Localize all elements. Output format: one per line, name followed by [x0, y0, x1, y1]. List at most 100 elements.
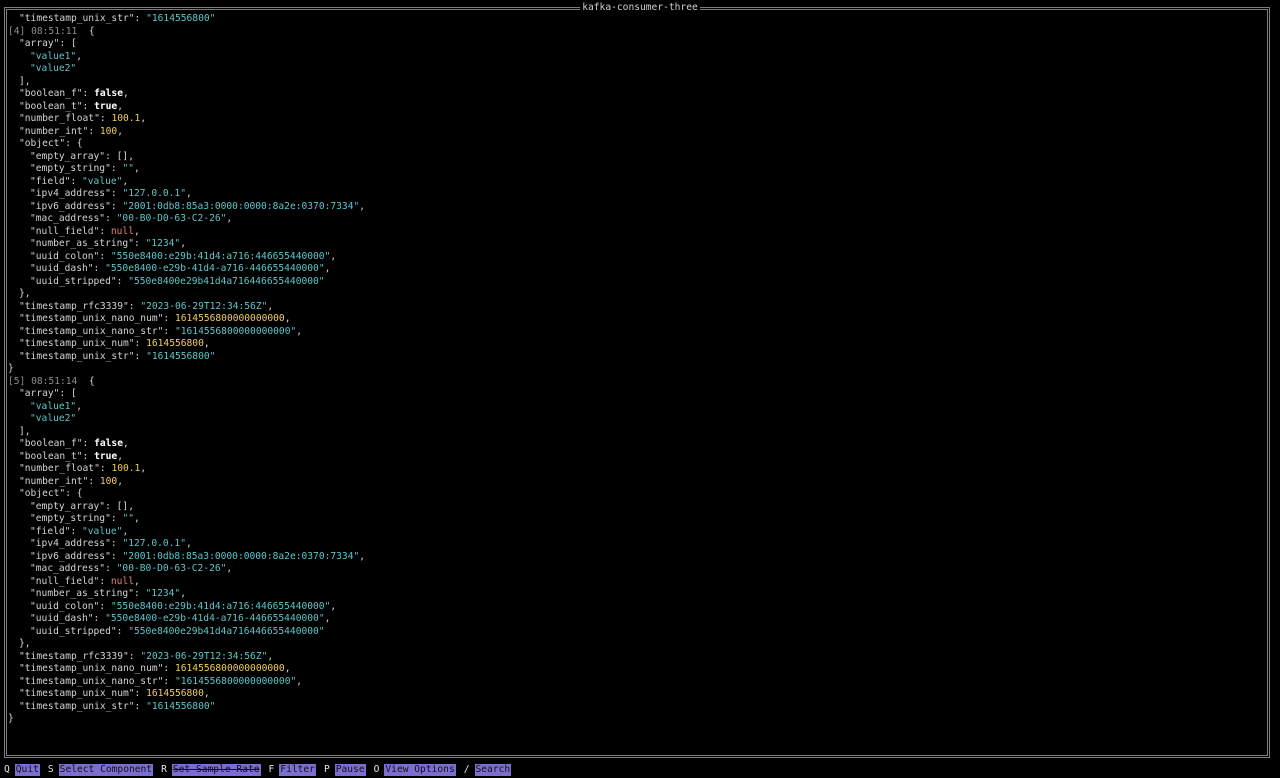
log-line: "timestamp_unix_str": "1614556800": [8, 701, 1258, 714]
shortcut-select-component[interactable]: S Select Component: [47, 764, 154, 776]
json-value: "550e8400e29b41d4a716446655440000": [128, 625, 325, 637]
log-line: "uuid_stripped": "550e8400e29b41d4a71644…: [8, 276, 1258, 289]
log-line: "timestamp_unix_nano_num": 1614556800000…: [8, 663, 1258, 676]
comma: ,: [324, 263, 331, 274]
log-line: "null_field": null,: [8, 226, 1258, 239]
json-key: "timestamp_unix_str": [19, 13, 135, 24]
shortcut-label: Filter: [279, 764, 316, 776]
comma: ,: [324, 613, 331, 624]
json-key: "number_int": [19, 125, 89, 137]
colon: :: [116, 275, 129, 287]
log-line: "number_as_string": "1234",: [8, 238, 1258, 251]
colon: :: [163, 663, 175, 674]
json-key: "empty_string": [30, 163, 111, 174]
shortcut-set-sample-rate[interactable]: R Set Sample Rate: [161, 764, 261, 776]
colon: :: [88, 475, 100, 487]
json-value: "550e8400-e29b-41d4-a716-446655440000": [105, 263, 325, 274]
colon: :: [93, 263, 106, 274]
comma: ,: [226, 563, 233, 574]
shortcut-label: Set Sample Rate: [171, 764, 261, 776]
json-value: "2023-06-29T12:34:56Z": [140, 300, 268, 312]
json-value: "": [122, 513, 134, 524]
comma: ,: [267, 300, 274, 312]
colon: :: [133, 588, 146, 599]
message-index: [4]: [8, 25, 26, 37]
json-value: "value": [82, 525, 123, 537]
json-key: "timestamp_unix_str": [19, 350, 135, 362]
colon: :: [110, 163, 123, 174]
shortcut-view-options[interactable]: O View Options: [374, 764, 456, 776]
log-line: "array": [: [8, 38, 1258, 51]
shortcut-key: R: [161, 764, 167, 775]
comma: ,: [185, 188, 192, 199]
comma: ,: [117, 125, 123, 137]
shortcut-label: Select Component: [58, 764, 154, 776]
colon: :: [128, 650, 141, 662]
comma: ,: [330, 600, 337, 612]
message-index: [5]: [8, 375, 26, 387]
log-line: "object": {: [8, 138, 1258, 151]
json-key: "uuid_stripped": [30, 275, 117, 287]
json-value: "value2": [30, 63, 77, 74]
json-key: "uuid_colon": [30, 250, 100, 262]
comma: ,: [284, 313, 291, 324]
json-key: "timestamp_unix_num": [19, 688, 135, 699]
colon: :: [99, 575, 111, 587]
log-line: "number_float": 100.1,: [8, 113, 1258, 126]
shortcut-quit[interactable]: Q Quit: [4, 764, 40, 776]
log-line: "number_int": 100,: [8, 476, 1258, 489]
log-line: "ipv4_address": "127.0.0.1",: [8, 538, 1258, 551]
colon: :: [99, 113, 112, 124]
json-key: "uuid_stripped": [30, 625, 117, 637]
log-line: "timestamp_unix_num": 1614556800,: [8, 338, 1258, 351]
comma: ,: [140, 113, 147, 124]
json-value: "": [122, 163, 134, 174]
json-value: "2001:0db8:85a3:0000:0000:8a2e:0370:7334…: [122, 200, 360, 212]
json-key: "boolean_f": [19, 88, 83, 99]
colon: :: [163, 675, 175, 687]
shortcut-pause[interactable]: P Pause: [324, 764, 366, 776]
shortcut-search[interactable]: / Search: [464, 764, 512, 776]
json-value: 100: [99, 475, 118, 487]
json-value: 100: [99, 125, 118, 137]
shortcut-key: F: [268, 764, 275, 775]
log-line: "timestamp_unix_str": "1614556800": [8, 351, 1258, 364]
colon: :: [134, 700, 147, 712]
bracket: ],: [19, 75, 31, 87]
log-line: "value1",: [8, 401, 1258, 414]
message-timestamp: 08:51:14: [25, 375, 89, 387]
brace: : {: [65, 488, 83, 499]
json-key: "field": [30, 525, 71, 537]
comma: ,: [180, 588, 186, 599]
colon: :: [99, 463, 112, 474]
colon: :: [128, 300, 141, 312]
brace: : {: [65, 138, 83, 149]
message-log[interactable]: "timestamp_unix_str": "1614556800" [4] 08…: [8, 13, 1258, 751]
log-line: "value2": [8, 413, 1258, 426]
comma: ,: [296, 675, 303, 687]
comma: ,: [76, 400, 82, 412]
shortcut-filter[interactable]: F Filter: [269, 764, 316, 776]
json-value: null: [110, 575, 134, 587]
json-key: "timestamp_unix_nano_num": [19, 663, 164, 674]
colon: :: [99, 225, 111, 237]
shortcut-key: S: [47, 764, 54, 775]
json-key: "boolean_t": [19, 450, 83, 462]
json-key: "uuid_dash": [30, 613, 94, 624]
json-key: "ipv6_address": [30, 200, 111, 212]
colon: :: [82, 450, 95, 462]
json-key: "mac_address": [30, 213, 106, 224]
json-key: "object": [19, 488, 66, 499]
brace: }: [8, 363, 14, 374]
json-value: "2001:0db8:85a3:0000:0000:8a2e:0370:7334…: [122, 550, 360, 562]
json-value: "value": [82, 175, 123, 187]
json-value: 100.1: [111, 113, 141, 124]
json-value: "550e8400-e29b-41d4-a716-446655440000": [105, 613, 325, 624]
json-key: "boolean_f": [19, 438, 83, 449]
colon: :: [82, 88, 95, 99]
log-line: "timestamp_unix_nano_str": "161455680000…: [8, 676, 1258, 689]
log-line: "timestamp_unix_num": 1614556800,: [8, 688, 1258, 701]
log-line: "timestamp_rfc3339": "2023-06-29T12:34:5…: [8, 301, 1258, 314]
colon: :: [88, 125, 100, 137]
log-line: "number_as_string": "1234",: [8, 588, 1258, 601]
